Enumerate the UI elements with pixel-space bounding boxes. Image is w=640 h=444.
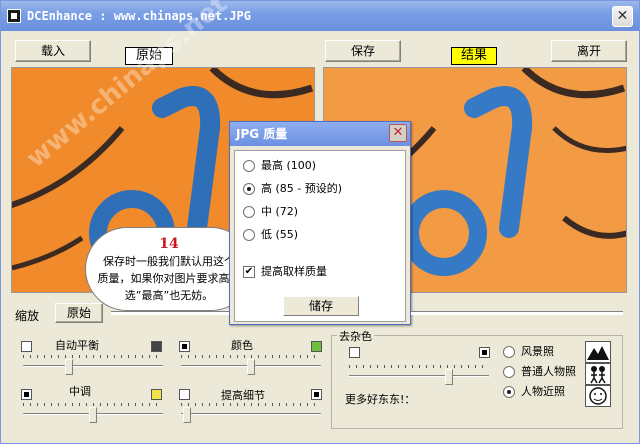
detail-thumb[interactable] (183, 407, 191, 423)
midtone-bright-icon (151, 389, 162, 400)
radio-icon[interactable] (243, 206, 255, 218)
callout-line-1: 保存时一般我们默认用这个 (103, 255, 235, 268)
face-icon (585, 385, 611, 407)
midtone-thumb[interactable] (89, 407, 97, 423)
denoise-group-title: 去杂色 (337, 328, 374, 344)
auto-balance-dark-icon (21, 341, 32, 352)
quality-option-medium[interactable]: 中 (72) (243, 203, 298, 221)
denoise-slider[interactable] (349, 365, 489, 385)
title-bar[interactable]: DCEnhance : www.chinaps.net.JPG ✕ (1, 1, 639, 31)
dialog-close-button[interactable]: ✕ (389, 124, 407, 142)
checkmark-icon[interactable]: ✔ (243, 266, 255, 278)
quality-option-high[interactable]: 高 (85 - 预设的) (243, 180, 342, 198)
scene-portrait[interactable]: 普通人物照 (503, 363, 576, 381)
callout-line-3: 选”最高”也无妨。 (124, 289, 214, 302)
original-tag: 原始 (125, 47, 173, 65)
scene-label: 普通人物照 (521, 365, 576, 378)
zoom-original-button[interactable]: 原始 (55, 303, 103, 323)
zoom-track-right[interactable] (411, 311, 623, 315)
dialog-save-button[interactable]: 储存 (283, 296, 359, 316)
improve-sampling-checkbox-row[interactable]: ✔ 提高取样质量 (243, 263, 327, 281)
save-button[interactable]: 保存 (325, 40, 401, 62)
quality-option-label: 低 (55) (261, 228, 299, 241)
scene-label: 风景照 (521, 345, 554, 358)
radio-icon[interactable] (503, 366, 515, 378)
radio-icon[interactable] (243, 160, 255, 172)
jpg-quality-dialog: JPG 质量 ✕ 最高 (100) 高 (85 - 预设的) 中 (72) 低 … (229, 121, 411, 325)
auto-balance-thumb[interactable] (65, 359, 73, 375)
detail-label: 提高细节 (221, 389, 265, 402)
quality-option-low[interactable]: 低 (55) (243, 226, 298, 244)
radio-selected-icon[interactable] (503, 386, 515, 398)
callout-number: 14 (159, 236, 179, 252)
more-goodies-label: 更多好东东!： (345, 393, 416, 406)
midtone-dark-icon (21, 389, 32, 400)
dialog-title[interactable]: JPG 质量 (230, 122, 410, 146)
quality-option-highest[interactable]: 最高 (100) (243, 157, 316, 175)
color-saturate-icon (311, 341, 322, 352)
detail-low-icon (179, 389, 190, 400)
auto-balance-bright-icon (151, 341, 162, 352)
app-icon (7, 9, 21, 23)
improve-sampling-label: 提高取样质量 (261, 265, 327, 278)
people-icon (585, 363, 611, 385)
denoise-low-icon (349, 347, 360, 358)
auto-balance-slider[interactable] (23, 355, 163, 375)
quality-option-label: 最高 (100) (261, 159, 317, 172)
detail-high-icon (311, 389, 322, 400)
scene-label: 人物近照 (521, 385, 565, 398)
denoise-high-icon (479, 347, 490, 358)
quality-option-label: 中 (72) (261, 205, 299, 218)
radio-icon[interactable] (243, 229, 255, 241)
dialog-body: 最高 (100) 高 (85 - 预设的) 中 (72) 低 (55) ✔ 提高取… (234, 150, 406, 322)
midtone-label: 中调 (69, 385, 91, 398)
zoom-track[interactable] (111, 311, 229, 315)
color-label: 颜色 (231, 339, 253, 352)
result-tag: 结果 (451, 47, 497, 65)
zoom-label: 缩放 (15, 309, 40, 323)
midtone-slider[interactable] (23, 403, 163, 423)
close-window-button[interactable]: ✕ (612, 6, 633, 27)
scene-landscape[interactable]: 风景照 (503, 343, 554, 361)
color-desaturate-icon (179, 341, 190, 352)
radio-icon[interactable] (503, 346, 515, 358)
window-title: DCEnhance : www.chinaps.net.JPG (27, 9, 251, 23)
callout-bubble: 14 保存时一般我们默认用这个 质量，如果你对图片要求高， 选”最高”也无妨。 (85, 227, 253, 311)
auto-balance-label: 自动平衡 (55, 339, 99, 352)
mountain-icon (585, 341, 611, 363)
load-button[interactable]: 载入 (15, 40, 91, 62)
radio-selected-icon[interactable] (243, 183, 255, 195)
color-thumb[interactable] (247, 359, 255, 375)
color-slider[interactable] (181, 355, 321, 375)
callout-line-2: 质量，如果你对图片要求高， (97, 272, 241, 285)
app-window: DCEnhance : www.chinaps.net.JPG ✕ 载入 原始 … (0, 0, 640, 444)
detail-slider[interactable] (181, 403, 321, 423)
scene-closeup[interactable]: 人物近照 (503, 383, 565, 401)
exit-button[interactable]: 离开 (551, 40, 627, 62)
quality-option-label: 高 (85 - 预设的) (261, 182, 343, 195)
denoise-thumb[interactable] (445, 369, 453, 385)
